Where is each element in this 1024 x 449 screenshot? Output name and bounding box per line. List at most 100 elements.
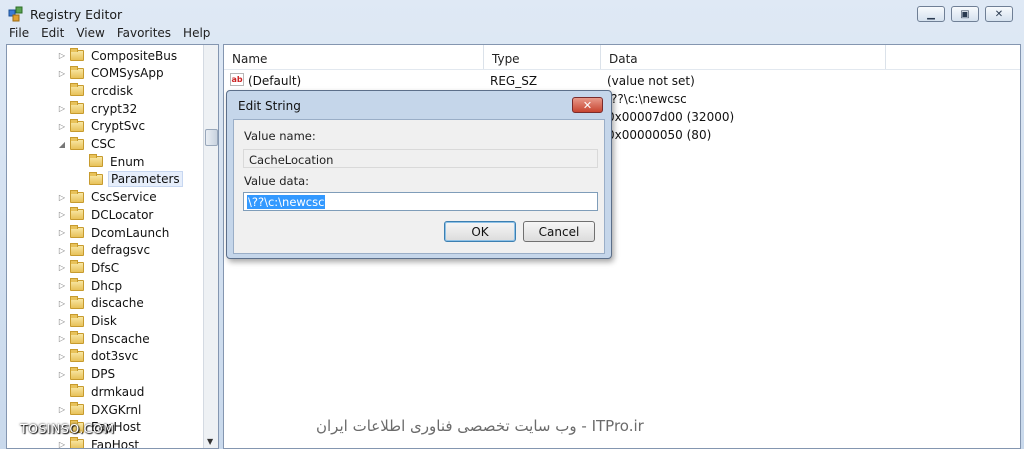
tree-item[interactable]: ▷ CompositeBus bbox=[57, 47, 179, 64]
watermark-left: TOSINSO.COM bbox=[20, 421, 115, 436]
column-header-name[interactable]: Name bbox=[224, 45, 484, 69]
registry-editor-window: Registry Editor ▁ ▣ ✕ File Edit View Fav… bbox=[0, 0, 1024, 449]
menu-favorites[interactable]: Favorites bbox=[117, 26, 171, 44]
folder-icon bbox=[89, 154, 103, 168]
ok-button[interactable]: OK bbox=[444, 221, 516, 242]
tree-item[interactable]: ▷ Dnscache bbox=[57, 330, 152, 347]
tree-item[interactable]: drmkaud bbox=[57, 383, 146, 400]
cancel-button[interactable]: Cancel bbox=[523, 221, 595, 242]
tree-item[interactable]: ▷ FapHost bbox=[57, 436, 141, 449]
tree-expander-icon[interactable]: ▷ bbox=[57, 193, 67, 202]
tree-expander-icon[interactable]: ▷ bbox=[57, 228, 67, 237]
tree-item[interactable]: ▷ DCLocator bbox=[57, 206, 155, 223]
folder-icon bbox=[70, 48, 84, 61]
tree-expander-icon[interactable]: ▷ bbox=[57, 405, 67, 414]
column-header-type[interactable]: Type bbox=[484, 45, 601, 69]
value-name-field: CacheLocation bbox=[243, 149, 598, 168]
menu-file[interactable]: File bbox=[9, 26, 29, 44]
tree-item-label: CSC bbox=[91, 137, 116, 151]
tree-item[interactable]: ▷ COMSysApp bbox=[57, 65, 166, 82]
tree-item-label: crcdisk bbox=[91, 83, 134, 98]
tree-item-label: Dhcp bbox=[91, 278, 123, 293]
folder-icon bbox=[70, 118, 84, 132]
tree-item[interactable]: ▷ DcomLaunch bbox=[57, 224, 171, 241]
tree-item-label: DPS bbox=[91, 367, 116, 382]
edit-string-dialog: Edit String ✕ Value name: CacheLocation … bbox=[226, 90, 612, 259]
tree-item[interactable]: ▷ DXGKrnl bbox=[57, 401, 143, 418]
tree-item[interactable]: ▷ Disk bbox=[57, 313, 119, 330]
tree-item[interactable]: ▷ defragsvc bbox=[57, 242, 152, 259]
tree-item[interactable]: ▷ CryptSvc bbox=[57, 118, 147, 135]
menu-view[interactable]: View bbox=[76, 26, 104, 44]
tree-expander-icon[interactable]: ▷ bbox=[57, 246, 67, 255]
tree-expander-icon[interactable]: ▷ bbox=[57, 122, 67, 131]
tree-expander-icon[interactable]: ▷ bbox=[57, 51, 67, 60]
tree-item[interactable]: ▷ discache bbox=[57, 295, 146, 312]
folder-icon bbox=[70, 260, 84, 274]
minimize-button[interactable]: ▁ bbox=[917, 6, 945, 22]
tree-item-label: DcomLaunch bbox=[91, 225, 170, 240]
tree-item[interactable]: ▷ DPS bbox=[57, 366, 117, 383]
tree-expander-icon[interactable]: ▷ bbox=[57, 352, 67, 361]
value-data: (value not set) bbox=[607, 74, 695, 88]
tree-item[interactable]: Enum bbox=[76, 153, 146, 170]
dialog-title: Edit String bbox=[238, 99, 301, 113]
watermark-right: ITPro.ir - وب سایت تخصصی فناوری اطلاعات … bbox=[316, 417, 644, 435]
tree-item[interactable]: ▷ CscService bbox=[57, 189, 159, 206]
dialog-close-button[interactable]: ✕ bbox=[572, 97, 603, 113]
maximize-button[interactable]: ▣ bbox=[951, 6, 979, 22]
tree-item-label: Parameters bbox=[108, 171, 183, 188]
folder-icon bbox=[70, 225, 84, 238]
tree-expander-icon[interactable]: ▷ bbox=[57, 299, 67, 308]
registry-tree[interactable]: ▷ CompositeBus ▷ COMSysApp crcdisk ▷ crypt32 ▷ C… bbox=[6, 44, 219, 449]
tree-item-label: drmkaud bbox=[91, 384, 145, 399]
folder-icon bbox=[70, 313, 84, 327]
tree-item-label: Disk bbox=[91, 314, 117, 328]
value-row[interactable]: ab (Default) REG_SZ (value not set) bbox=[224, 72, 1020, 90]
value-name: (Default) bbox=[248, 74, 302, 88]
title-bar: Registry Editor ▁ ▣ ✕ bbox=[0, 0, 1024, 28]
value-data: 0x00007d00 (32000) bbox=[607, 110, 735, 124]
menu-edit[interactable]: Edit bbox=[41, 26, 64, 44]
tree-expander-icon[interactable]: ▷ bbox=[57, 370, 67, 379]
tree-expander-icon[interactable]: ▷ bbox=[57, 281, 67, 290]
tree-expander-icon[interactable]: ◢ bbox=[57, 140, 67, 149]
folder-icon bbox=[70, 437, 84, 448]
tree-item-label: defragsvc bbox=[91, 243, 151, 258]
folder-icon bbox=[70, 348, 84, 362]
tree-expander-icon[interactable]: ▷ bbox=[57, 69, 67, 78]
tree-expander-icon[interactable]: ▷ bbox=[57, 317, 67, 326]
folder-icon bbox=[70, 207, 84, 221]
value-data-input[interactable]: \??\c:\newcsc bbox=[243, 192, 598, 211]
tree-expander-icon[interactable]: ▷ bbox=[57, 263, 67, 272]
tree-item-label: crypt32 bbox=[91, 101, 138, 116]
tree-item-label: DCLocator bbox=[91, 207, 154, 222]
tree-item[interactable]: ▷ DfsC bbox=[57, 259, 121, 276]
value-data: \??\c:\newcsc bbox=[607, 92, 687, 106]
tree-expander-icon[interactable]: ▷ bbox=[57, 334, 67, 343]
folder-icon bbox=[70, 242, 84, 256]
tree-expander-icon[interactable]: ▷ bbox=[57, 440, 67, 448]
scroll-down-arrow-icon[interactable]: ▼ bbox=[207, 437, 213, 446]
tree-scrollbar[interactable]: ▼ bbox=[203, 45, 218, 448]
tree-item[interactable]: Parameters bbox=[76, 171, 183, 188]
tree-expander-icon[interactable]: ▷ bbox=[57, 210, 67, 219]
folder-icon bbox=[70, 83, 84, 97]
folder-icon bbox=[70, 402, 84, 415]
tree-item-label: discache bbox=[91, 296, 144, 311]
tree-item[interactable]: crcdisk bbox=[57, 82, 135, 99]
folder-icon bbox=[70, 136, 84, 150]
tree-item[interactable]: ▷ crypt32 bbox=[57, 100, 139, 117]
tree-item[interactable]: ◢ CSC bbox=[57, 136, 117, 153]
tree-item[interactable]: ▷ dot3svc bbox=[57, 348, 140, 365]
value-data-label: Value data: bbox=[244, 174, 310, 188]
tree-expander-icon[interactable]: ▷ bbox=[57, 104, 67, 113]
tree-scroll-thumb[interactable] bbox=[205, 129, 218, 146]
folder-icon bbox=[70, 278, 84, 292]
tree-item[interactable]: ▷ Dhcp bbox=[57, 277, 124, 294]
close-button[interactable]: ✕ bbox=[985, 6, 1013, 22]
menu-help[interactable]: Help bbox=[183, 26, 210, 44]
tree-item-label: FapHost bbox=[91, 437, 140, 449]
tree-item-label: DXGKrnl bbox=[91, 402, 142, 417]
column-header-data[interactable]: Data bbox=[601, 45, 886, 69]
